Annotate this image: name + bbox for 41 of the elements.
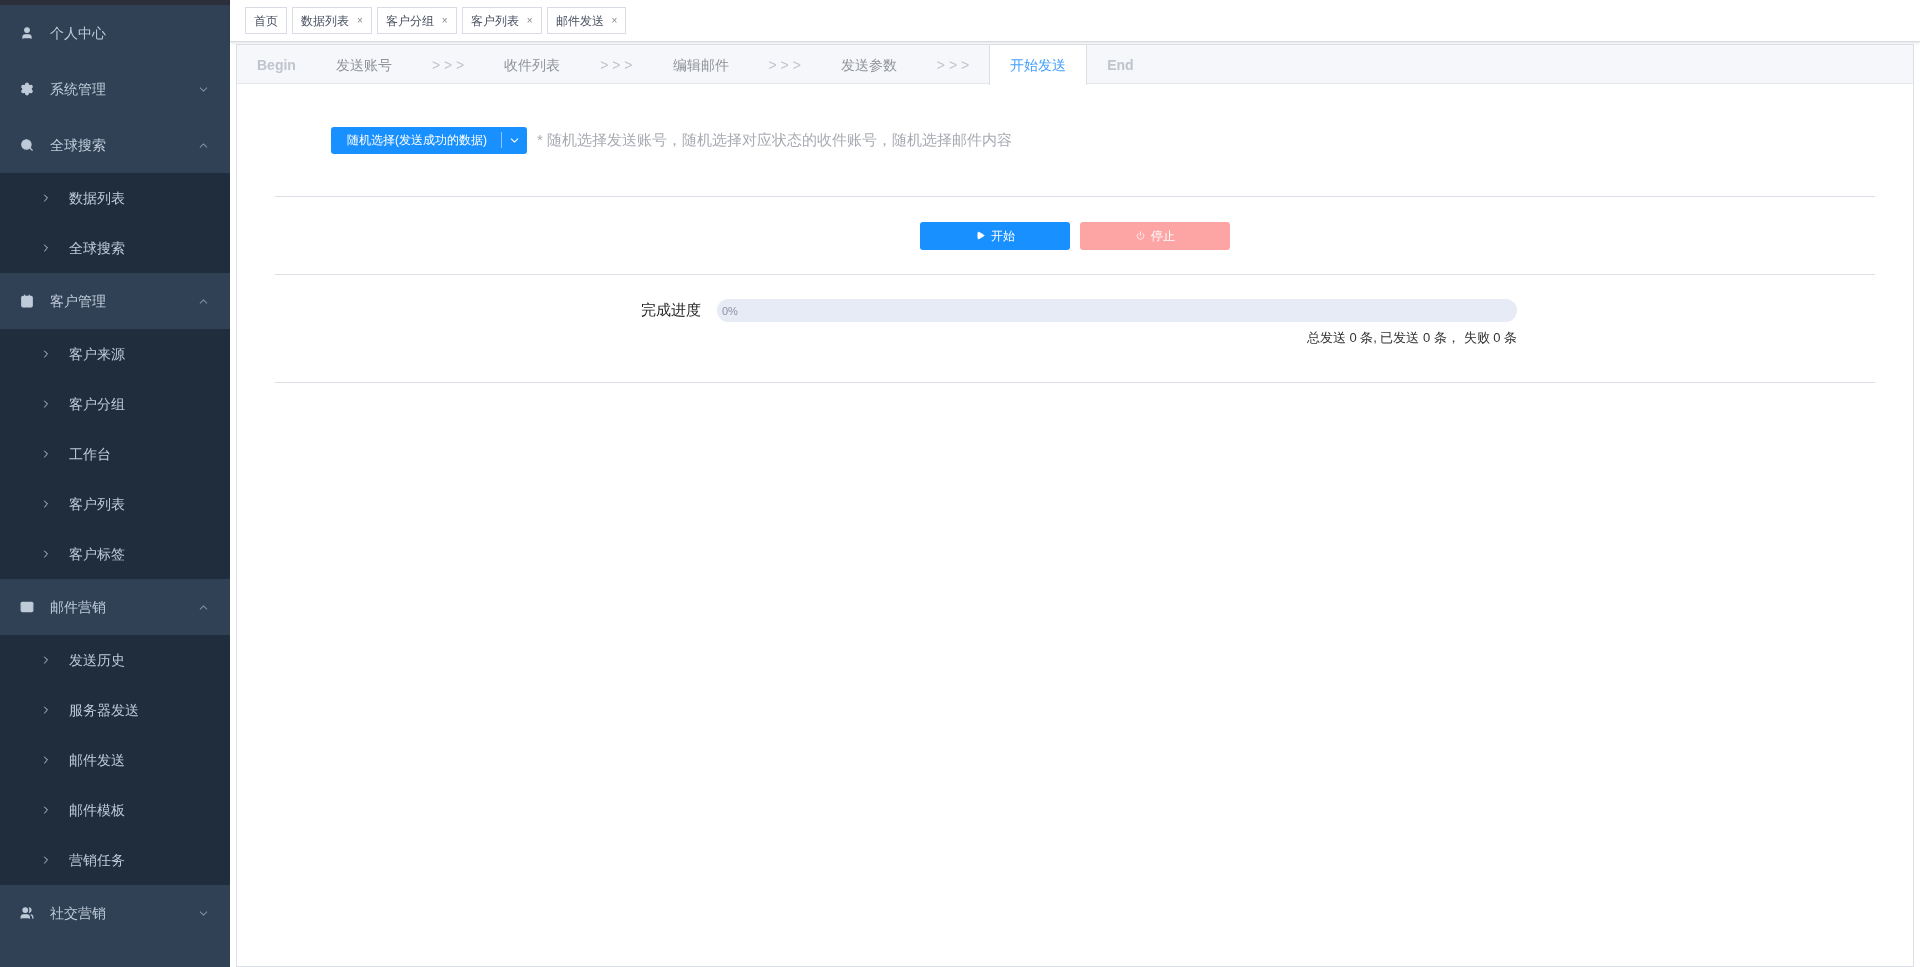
step-separator: > > > [430,55,466,75]
close-icon[interactable]: × [526,13,533,28]
step-separator: > > > [599,55,634,75]
send-summary: 总发送 0 条, 已发送 0 条， 失败 0 条 [1306,329,1517,347]
submenu-item[interactable]: 邮件模板 [0,785,230,835]
submenu-item[interactable]: 发送历史 [0,635,230,685]
menu-label: 客户管理 [50,291,107,311]
search-icon [20,138,34,152]
settings-icon [20,82,34,96]
menu-label: 社交营销 [50,903,107,923]
close-icon[interactable]: × [441,13,448,28]
submenu-item[interactable]: 工作台 [0,429,230,479]
progress-label: 完成进度 [641,300,702,321]
step-separator: > > > [767,55,802,75]
users-icon [20,906,34,920]
menu-label: 邮件营销 [50,597,107,617]
step-separator: > > > [935,55,971,75]
page-tab[interactable]: 数据列表 × [292,7,372,34]
submenu-item[interactable]: 客户列表 [0,479,230,529]
page-tab[interactable]: 邮件发送 × [546,7,627,34]
close-icon[interactable]: × [357,13,363,28]
menu-label: 个人中心 [50,23,107,43]
page-tab[interactable]: 客户分组 × [376,7,457,34]
play-icon [975,231,985,240]
hint-text: * 随机选择发送账号，随机选择对应状态的收件账号，随机选择邮件内容 [537,129,1012,150]
submenu-item[interactable]: 服务器发送 [0,685,230,735]
submenu-item[interactable]: 数据列表 [0,173,230,223]
close-icon[interactable]: × [611,13,618,28]
progress-reading: 0% [722,304,738,319]
submenu-item[interactable]: 营销任务 [0,835,230,885]
user-icon [20,26,34,40]
menu-label: 系统管理 [50,79,107,99]
menu-label: 全球搜索 [50,135,107,155]
page-tab[interactable]: 首页 [245,7,287,34]
page-tab[interactable]: 客户列表 × [461,7,542,34]
submenu-item[interactable]: 全球搜索 [0,223,230,273]
submenu-item[interactable]: 邮件发送 [0,735,230,785]
submenu-item[interactable]: 客户标签 [0,529,230,579]
submenu-item[interactable]: 客户来源 [0,329,230,379]
submenu-item[interactable]: 客户分组 [0,379,230,429]
power-icon [1135,231,1145,240]
